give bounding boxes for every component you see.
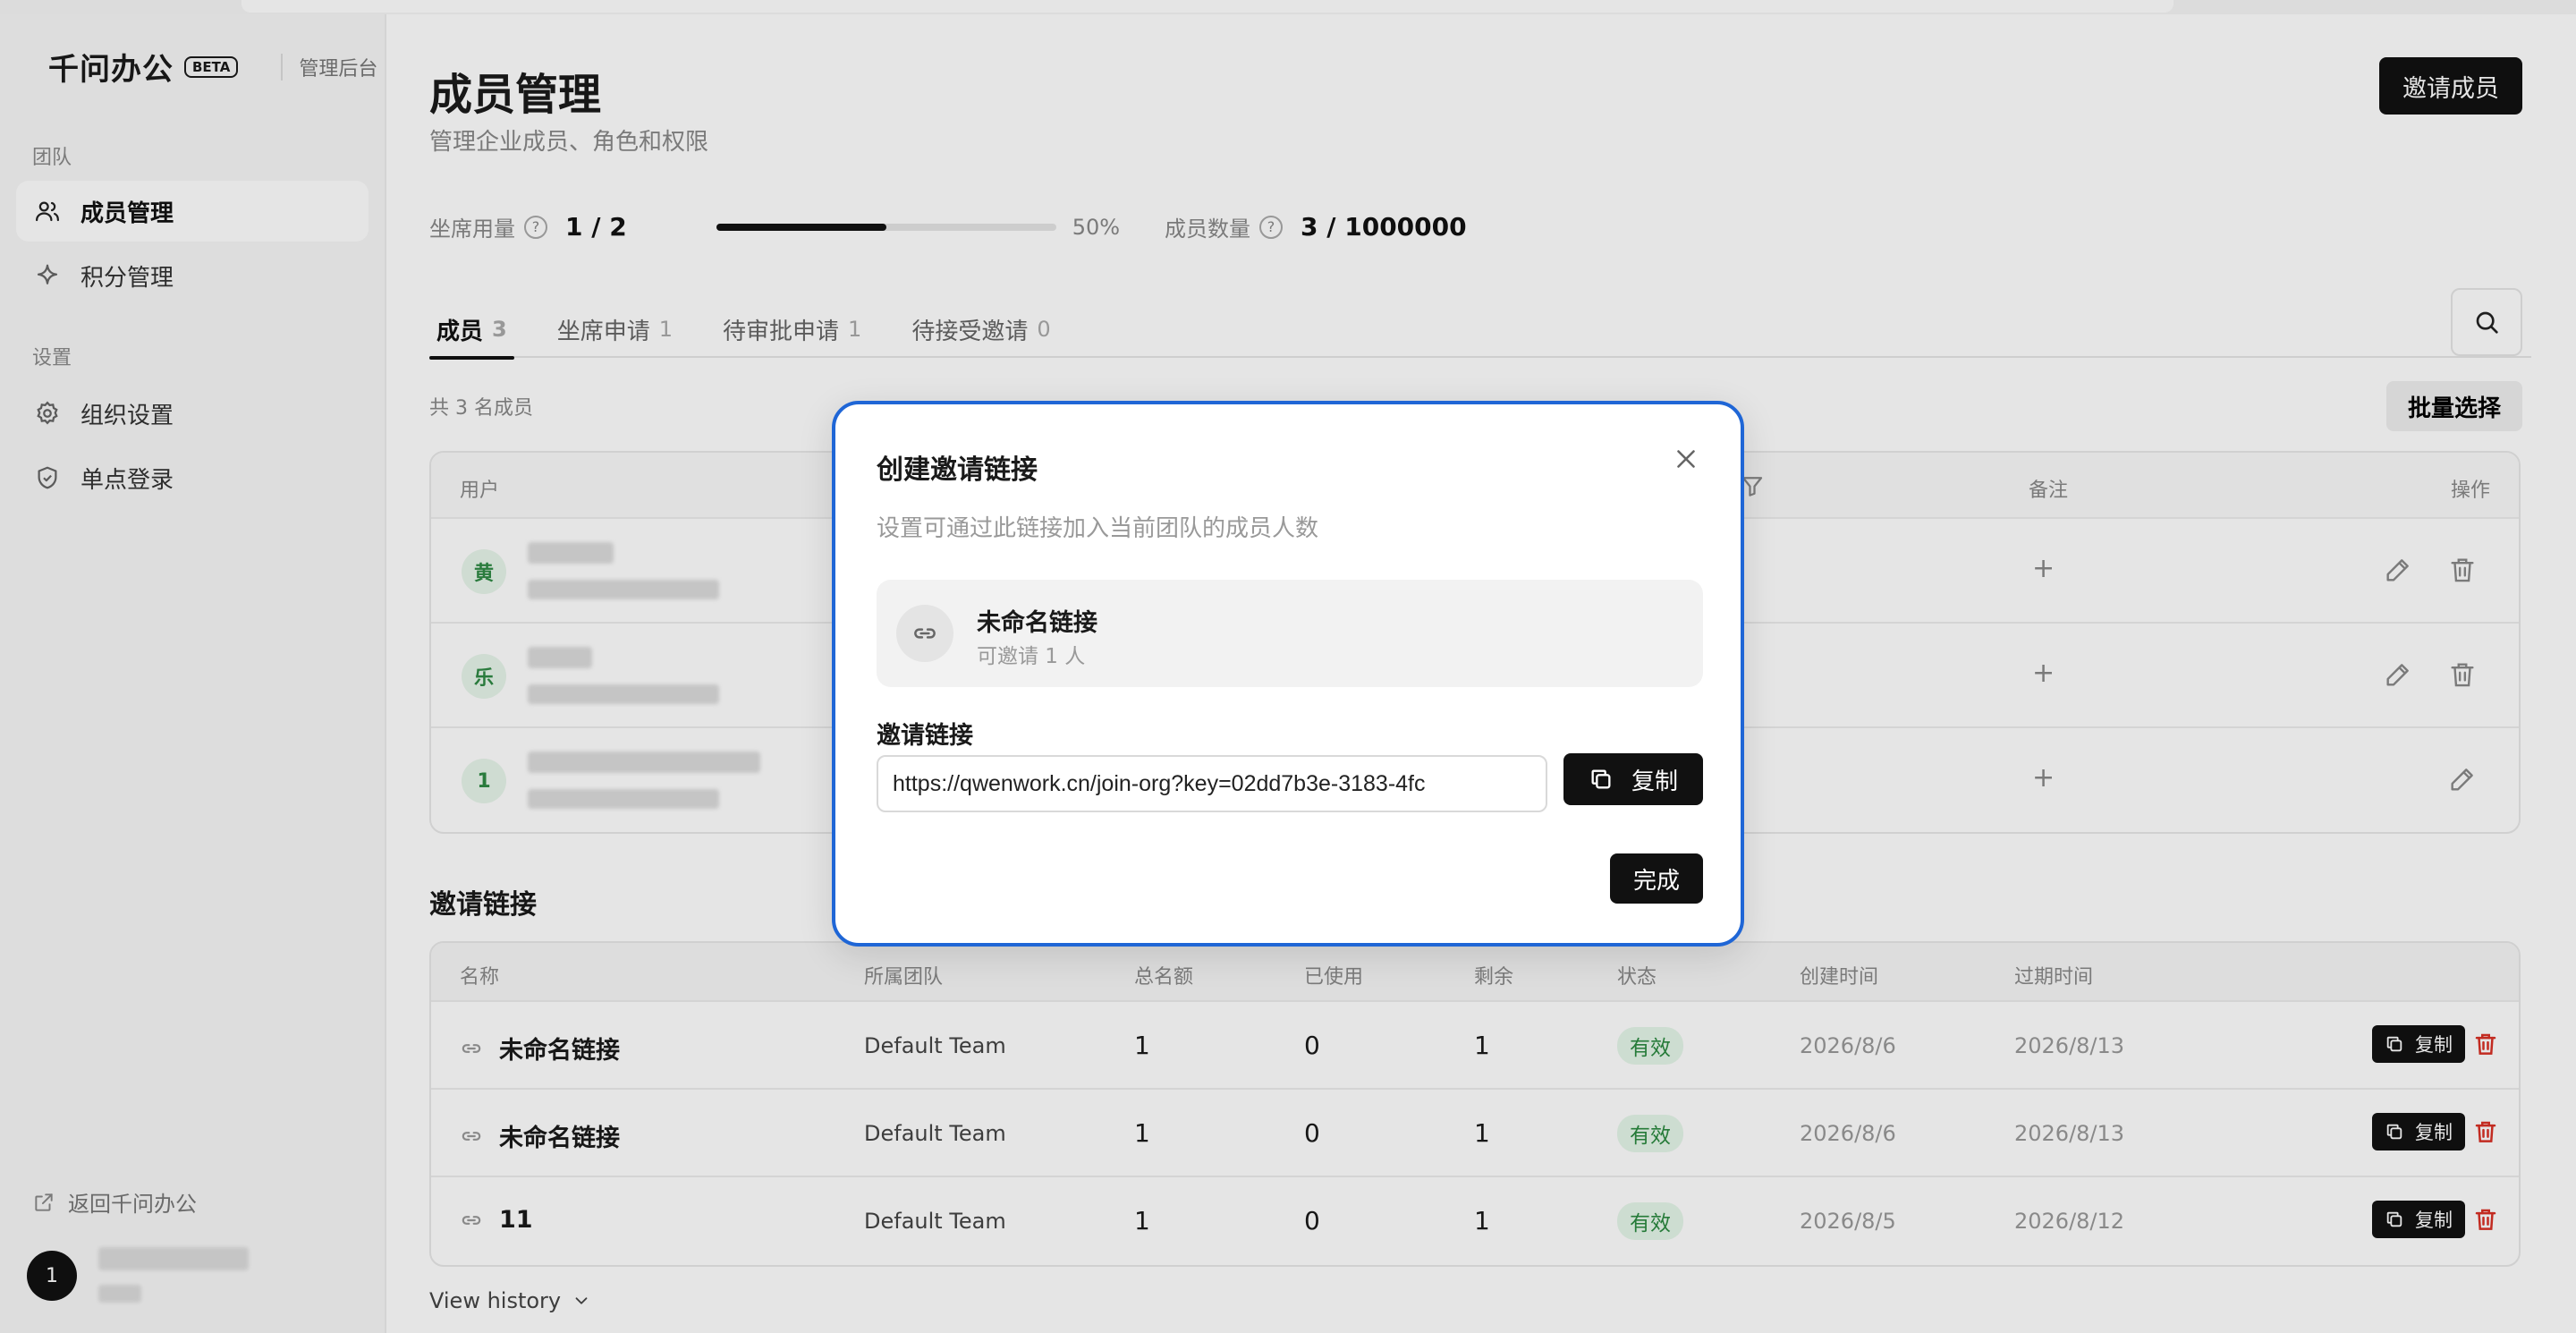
create-invite-link-modal: 创建邀请链接 设置可通过此链接加入当前团队的成员人数 未命名链接 可邀请 1 人… bbox=[832, 401, 1744, 947]
close-icon[interactable] bbox=[1671, 444, 1701, 474]
link-icon-circle bbox=[896, 605, 953, 662]
modal-subtitle: 设置可通过此链接加入当前团队的成员人数 bbox=[877, 515, 1319, 542]
link-card-capacity: 可邀请 1 人 bbox=[977, 645, 1086, 668]
copy-button[interactable]: 复制 bbox=[1563, 753, 1703, 805]
link-summary-card: 未命名链接 可邀请 1 人 bbox=[877, 580, 1703, 687]
invite-link-input[interactable] bbox=[877, 755, 1547, 812]
copy-button-label: 复制 bbox=[1631, 768, 1678, 795]
done-button[interactable]: 完成 bbox=[1610, 853, 1703, 904]
invite-link-label: 邀请链接 bbox=[877, 722, 973, 750]
copy-icon bbox=[1591, 769, 1611, 789]
link-icon bbox=[914, 628, 936, 639]
link-card-name: 未命名链接 bbox=[977, 609, 1097, 637]
modal-title: 创建邀请链接 bbox=[877, 454, 1038, 486]
